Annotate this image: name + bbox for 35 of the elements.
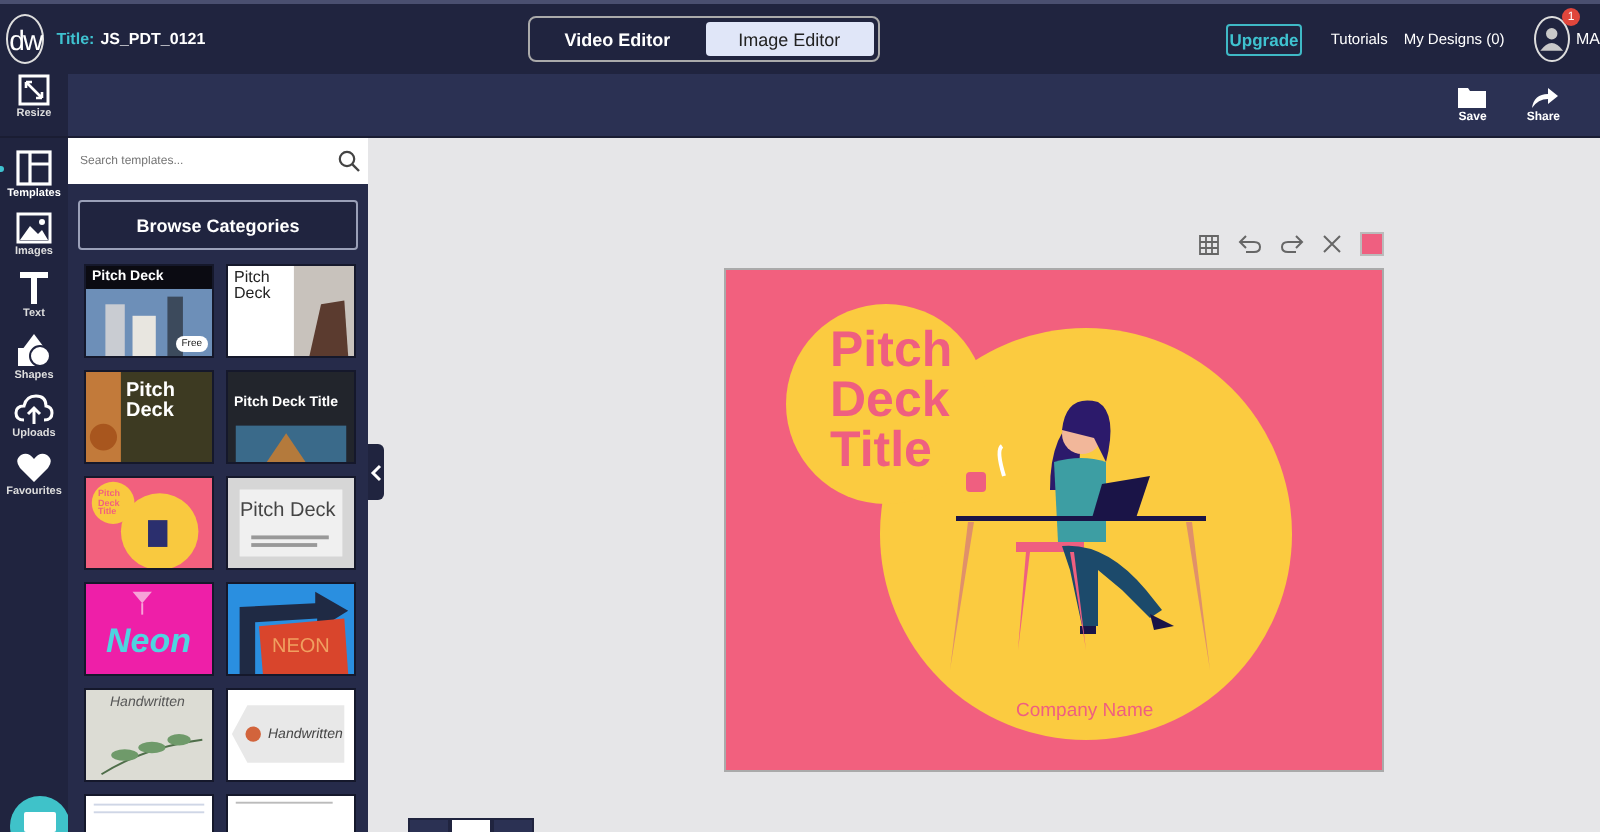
folder-icon <box>1458 86 1487 108</box>
page-thumbnail[interactable] <box>450 818 492 832</box>
logo[interactable]: dw <box>6 14 45 64</box>
image-icon <box>16 212 52 244</box>
share-icon <box>1529 86 1558 108</box>
page-thumbnail[interactable] <box>408 818 450 832</box>
text-icon <box>18 270 50 306</box>
color-swatch[interactable] <box>1360 232 1384 256</box>
grid-icon[interactable] <box>1198 233 1220 255</box>
undo-icon[interactable] <box>1238 234 1262 254</box>
upgrade-button[interactable]: Upgrade <box>1225 23 1303 55</box>
close-icon[interactable] <box>1322 234 1342 254</box>
browse-categories-button[interactable]: Browse Categories <box>78 200 358 250</box>
chevron-left-icon <box>370 463 382 481</box>
heart-icon <box>16 452 52 484</box>
title-label: Title: <box>56 30 95 48</box>
template-title: Pitch Deck <box>240 502 336 522</box>
template-title: NEON <box>272 638 330 658</box>
template-title: Neon <box>106 624 191 658</box>
user-name[interactable]: MA <box>1576 30 1600 48</box>
redo-icon[interactable] <box>1280 234 1304 254</box>
page-thumbnail[interactable] <box>492 818 534 832</box>
template-thumbnail[interactable]: Pitch Deck <box>84 370 214 464</box>
collapse-panel-button[interactable] <box>368 444 384 500</box>
document-title[interactable]: JS_PDT_0121 <box>100 30 206 48</box>
layout-icon <box>16 150 52 186</box>
template-title: Pitch Deck <box>126 382 177 422</box>
template-thumbnail[interactable]: Pitch Deck <box>226 476 356 570</box>
search-icon <box>338 150 360 172</box>
shapes-icon <box>16 332 52 368</box>
template-thumbnail[interactable]: Pitch Deck <box>226 264 356 358</box>
resize-icon <box>18 74 50 106</box>
cloud-upload-icon <box>14 394 54 426</box>
template-title: Pitch Deck <box>234 270 273 302</box>
editor-tab[interactable]: Image Editor <box>705 22 874 56</box>
